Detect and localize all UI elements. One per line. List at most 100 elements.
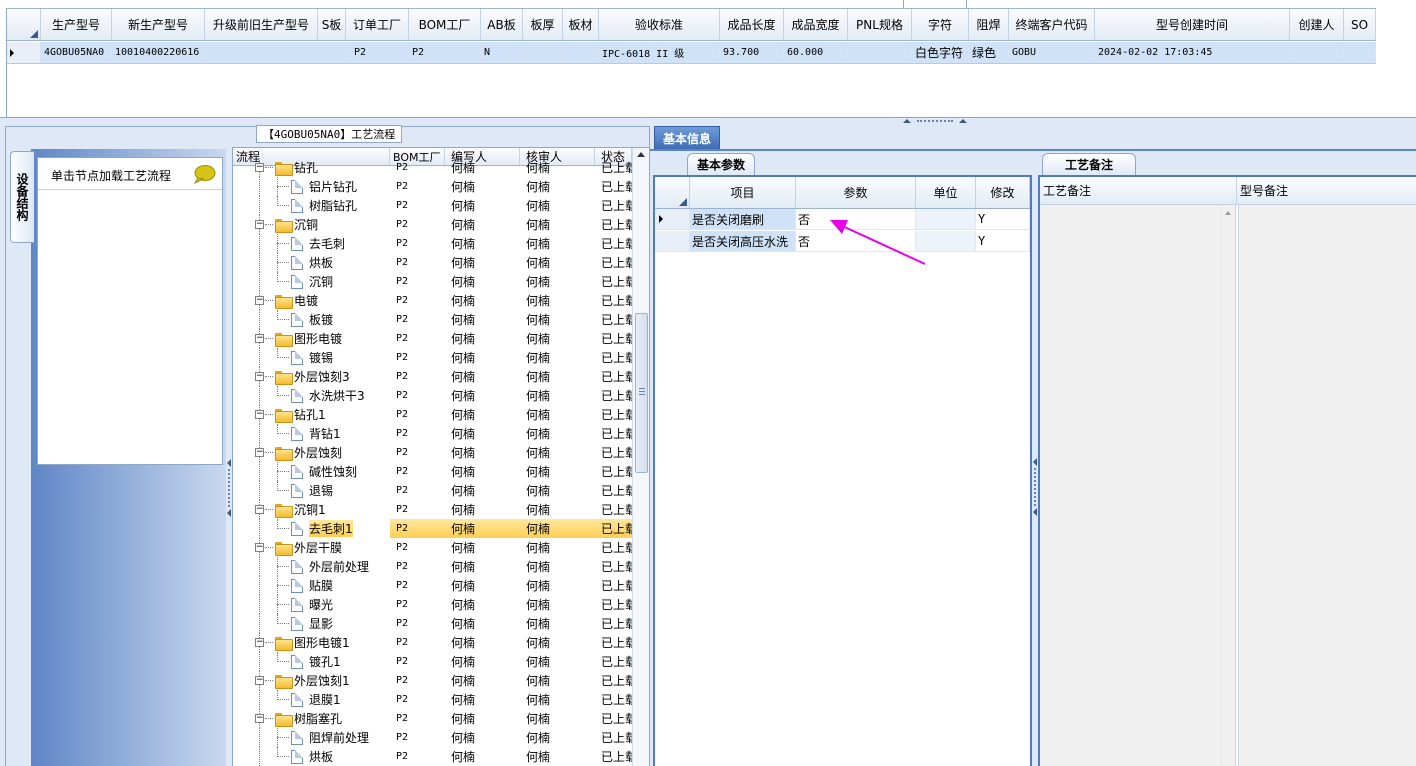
cell-status[interactable]: 已上载 [595,367,632,386]
tree-node-name-cell[interactable]: − 图形电镀1 [233,633,390,652]
cell-reviewer[interactable]: 何楠 [520,595,595,614]
col-header-standard[interactable]: 验收标准 [599,9,720,40]
cell-reviewer[interactable]: 何楠 [520,633,595,652]
col-header-value[interactable]: 参数 [796,177,916,208]
tree-node-label[interactable]: 电镀 [294,292,318,309]
collapse-node-icon[interactable]: − [255,448,264,457]
tree-node-name-cell[interactable]: 板镀 [233,310,390,329]
tree-node-name-cell[interactable]: 沉铜 [233,272,390,291]
tree-node[interactable]: −图形电镀1P2何楠何楠已上载 [233,633,632,652]
tree-node-name-cell[interactable]: 退锡 [233,481,390,500]
cell-bom-factory[interactable]: P2 [390,728,445,747]
cell-reviewer[interactable]: 何楠 [520,253,595,272]
cell-status[interactable]: 已上载 [595,291,632,310]
cell-writer[interactable]: 何楠 [445,367,520,386]
cell-bom-factory[interactable]: P2 [390,709,445,728]
tree-node-label[interactable]: 图形电镀 [294,330,342,347]
cell-writer[interactable]: 何楠 [445,177,520,196]
tree-node[interactable]: −外层蚀刻1P2何楠何楠已上载 [233,671,632,690]
tree-node[interactable]: 贴膜P2何楠何楠已上载 [233,576,632,595]
col-header-width[interactable]: 成品宽度 [784,9,848,40]
process-remark-textarea[interactable] [1040,205,1236,766]
cell-ab-board[interactable]: N [481,42,523,63]
tree-node-name-cell[interactable]: 外层前处理 [233,557,390,576]
cell-reviewer[interactable]: 何楠 [520,576,595,595]
cell-bom-factory[interactable]: P2 [390,633,445,652]
cell-writer[interactable]: 何楠 [445,614,520,633]
cell-writer[interactable]: 何楠 [445,690,520,709]
cell-status[interactable]: 已上载 [595,690,632,709]
cell-writer[interactable]: 何楠 [445,481,520,500]
cell-writer[interactable]: 何楠 [445,747,520,766]
col-header-ab-board[interactable]: AB板 [481,9,523,40]
col-header-old-model[interactable]: 升级前旧生产型号 [205,9,318,40]
tree-node-name-cell[interactable]: 贴膜 [233,576,390,595]
grid-corner[interactable] [7,9,41,40]
row-indicator[interactable] [655,209,690,229]
cell-writer[interactable]: 何楠 [445,633,520,652]
cell-bom-factory[interactable]: P2 [390,595,445,614]
tree-node-name-cell[interactable]: − 外层蚀刻1 [233,671,390,690]
tree-node[interactable]: 沉铜P2何楠何楠已上载 [233,272,632,291]
tree-node[interactable]: 水洗烘干3P2何楠何楠已上载 [233,386,632,405]
cell-material[interactable] [563,42,599,63]
col-header-creator[interactable]: 创建人 [1290,9,1344,40]
collapse-node-icon[interactable]: − [255,638,264,647]
tree-node-name-cell[interactable]: 碱性蚀刻 [233,462,390,481]
cell-bom-factory[interactable]: P2 [390,253,445,272]
collapse-node-icon[interactable]: − [255,220,264,229]
cell-reviewer[interactable]: 何楠 [520,272,595,291]
cell-value[interactable]: 否 [796,209,916,229]
tree-node-name-cell[interactable]: 烘板 [233,747,390,766]
cell-old-model[interactable] [205,42,318,63]
nav-hint[interactable]: 单击节点加载工艺流程 [51,164,171,186]
cell-value[interactable]: 否 [796,231,916,251]
tree-node-label[interactable]: 烘板 [309,254,333,271]
tree-node-label[interactable]: 沉铜 [294,216,318,233]
cell-pnl[interactable] [848,42,912,63]
tree-node[interactable]: 去毛刺P2何楠何楠已上载 [233,234,632,253]
cell-bom-factory[interactable]: P2 [390,367,445,386]
tree-node[interactable]: 烘板P2何楠何楠已上载 [233,747,632,766]
tree-node-name-cell[interactable]: − 钻孔 [233,158,390,177]
cell-writer[interactable]: 何楠 [445,443,520,462]
tree-node-name-cell[interactable]: 镀锡 [233,348,390,367]
tree-node-name-cell[interactable]: − 钻孔1 [233,405,390,424]
collapse-node-icon[interactable]: − [255,505,264,514]
cell-reviewer[interactable]: 何楠 [520,291,595,310]
cell-order-factory[interactable]: P2 [346,42,409,63]
cell-writer[interactable]: 何楠 [445,291,520,310]
cell-reviewer[interactable]: 何楠 [520,424,595,443]
tree-node-name-cell[interactable]: 铝片钻孔 [233,177,390,196]
cell-reviewer[interactable]: 何楠 [520,671,595,690]
cell-writer[interactable]: 何楠 [445,709,520,728]
tree-node-label[interactable]: 铝片钻孔 [309,178,357,195]
tree-node[interactable]: −图形电镀P2何楠何楠已上载 [233,329,632,348]
cell-bom-factory[interactable]: P2 [390,272,445,291]
tree-node[interactable]: 曝光P2何楠何楠已上载 [233,595,632,614]
cell-writer[interactable]: 何楠 [445,557,520,576]
cell-status[interactable]: 已上载 [595,177,632,196]
cell-status[interactable]: 已上载 [595,405,632,424]
scroll-thumb[interactable] [635,313,648,473]
tree-node[interactable]: −外层干膜P2何楠何楠已上载 [233,538,632,557]
tree-node-label[interactable]: 树脂塞孔 [294,710,342,727]
cell-status[interactable]: 已上载 [595,386,632,405]
tree-node-label[interactable]: 外层蚀刻1 [294,672,350,689]
cell-status[interactable]: 已上载 [595,348,632,367]
cell-item[interactable]: 是否关闭高压水洗 [690,231,796,251]
cell-status[interactable]: 已上载 [595,595,632,614]
tab-equipment-structure[interactable]: 设备结构 [10,151,34,243]
cell-bom-factory[interactable]: P2 [390,671,445,690]
tree-node-label[interactable]: 碱性蚀刻 [309,463,357,480]
tree-node[interactable]: 碱性蚀刻P2何楠何楠已上载 [233,462,632,481]
cell-writer[interactable]: 何楠 [445,519,520,538]
tree-node[interactable]: 退膜1P2何楠何楠已上载 [233,690,632,709]
cell-status[interactable]: 已上载 [595,671,632,690]
cell-writer[interactable]: 何楠 [445,215,520,234]
tree-node-label[interactable]: 退膜1 [309,691,341,708]
cell-bom-factory[interactable]: P2 [390,424,445,443]
col-header-unit[interactable]: 单位 [916,177,976,208]
cell-bom-factory[interactable]: P2 [390,690,445,709]
col-header-new-model[interactable]: 新生产型号 [112,9,205,40]
